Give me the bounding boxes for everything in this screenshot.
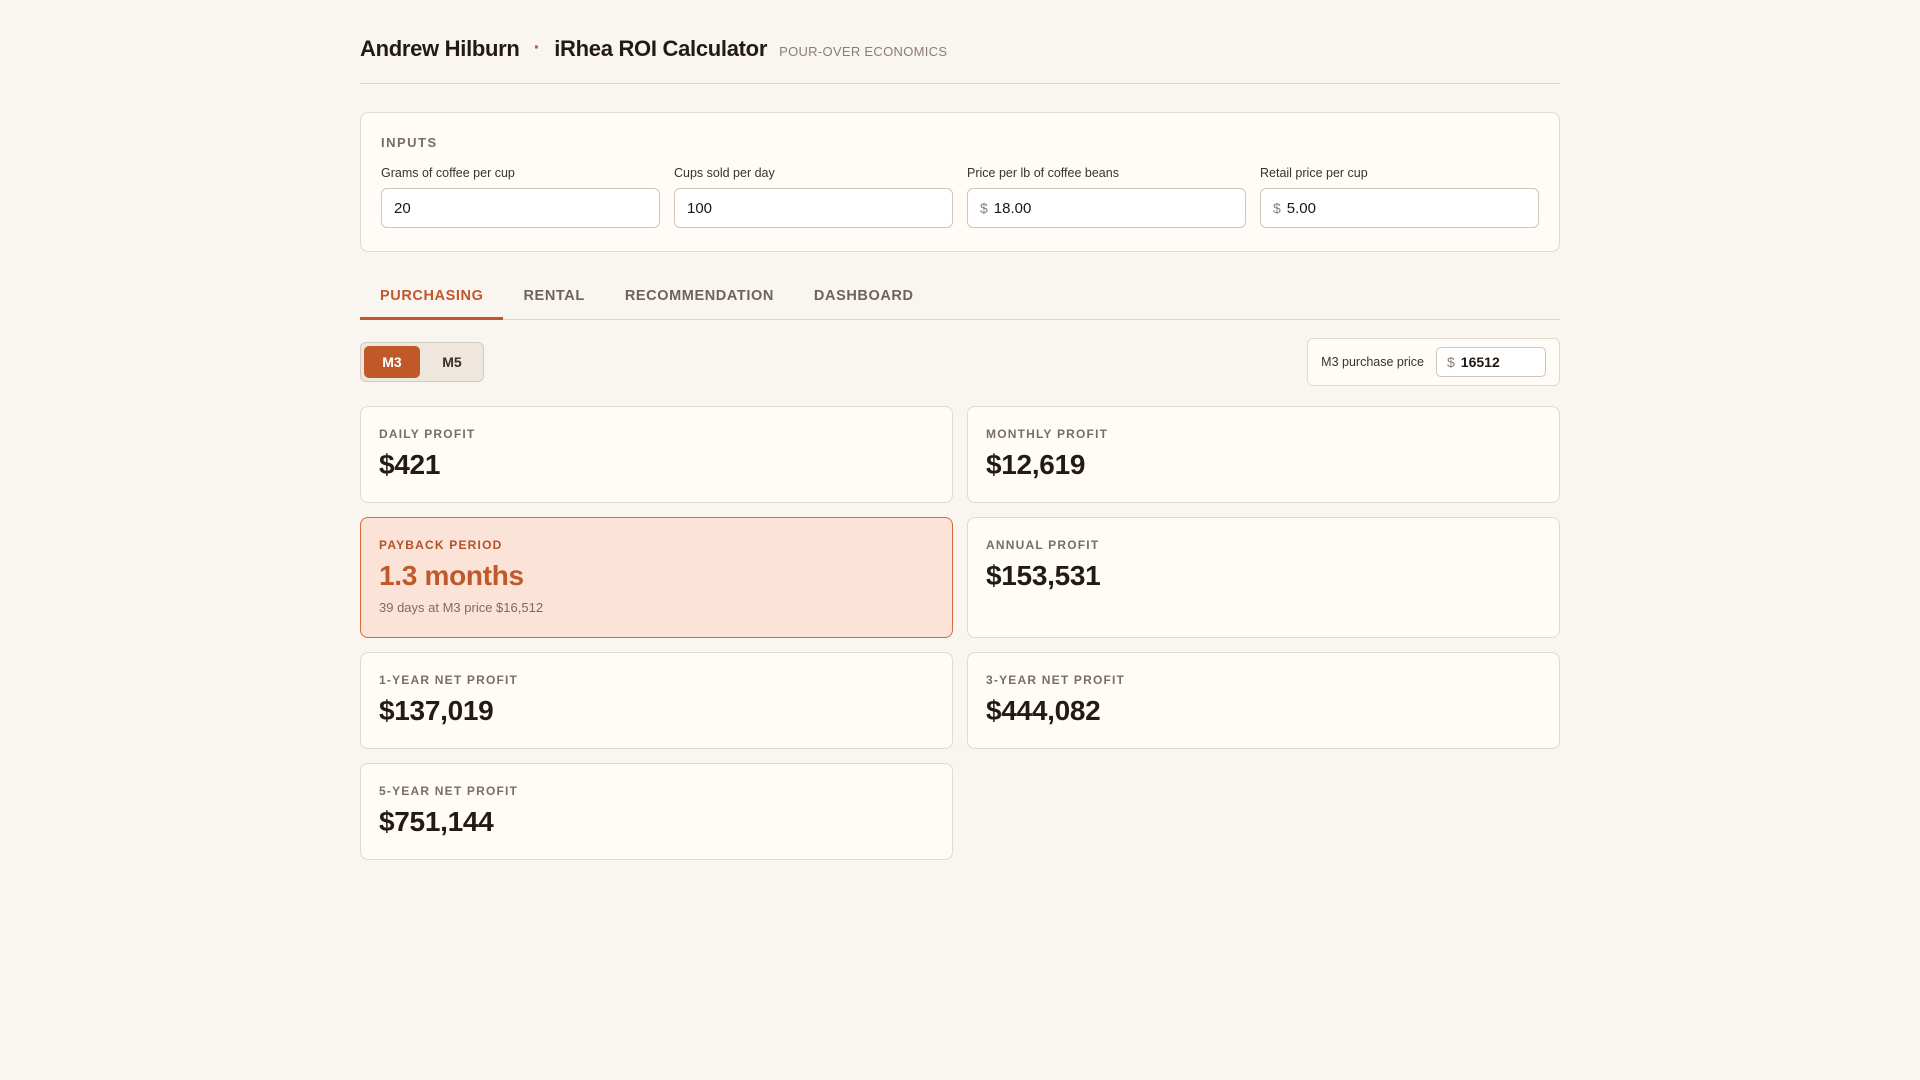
retail-price-label: Retail price per cup bbox=[1260, 166, 1368, 180]
retail-price-field: Retail price per cup $ 5.00 bbox=[1260, 166, 1539, 228]
input-fields-row: Grams of coffee per cup 20 Cups sold per… bbox=[381, 166, 1539, 228]
inputs-section-label: INPUTS bbox=[381, 135, 438, 150]
annual-profit-label: ANNUAL PROFIT bbox=[986, 538, 1100, 552]
app-container: Andrew Hilburn · iRhea ROI Calculator PO… bbox=[360, 0, 1560, 860]
tab-recommendation[interactable]: RECOMMENDATION bbox=[605, 278, 794, 320]
daily-profit-card: DAILY PROFIT $421 bbox=[360, 406, 953, 503]
model-option-m3[interactable]: M3 bbox=[364, 346, 420, 378]
cups-per-day-label: Cups sold per day bbox=[674, 166, 775, 180]
bean-price-input[interactable]: $ 18.00 bbox=[967, 188, 1246, 228]
payback-period-card: PAYBACK PERIOD 1.3 months 39 days at M3 … bbox=[360, 517, 953, 638]
bean-price-value: 18.00 bbox=[993, 199, 1032, 217]
annual-profit-card: ANNUAL PROFIT $153,531 bbox=[967, 517, 1560, 638]
cups-per-day-value: 100 bbox=[687, 199, 713, 217]
grams-per-cup-field: Grams of coffee per cup 20 bbox=[381, 166, 660, 228]
header-separator: · bbox=[533, 37, 541, 59]
grams-per-cup-label: Grams of coffee per cup bbox=[381, 166, 515, 180]
payback-period-label: PAYBACK PERIOD bbox=[379, 538, 503, 552]
daily-profit-value: $421 bbox=[379, 449, 441, 480]
purchase-price-label: M3 purchase price bbox=[1321, 355, 1424, 369]
five-year-net-profit-value: $751,144 bbox=[379, 806, 494, 837]
daily-profit-label: DAILY PROFIT bbox=[379, 427, 476, 441]
purchase-price-control: M3 purchase price $ 16512 bbox=[1307, 338, 1560, 386]
monthly-profit-value: $12,619 bbox=[986, 449, 1086, 480]
payback-period-value: 1.3 months bbox=[379, 560, 524, 591]
monthly-profit-card: MONTHLY PROFIT $12,619 bbox=[967, 406, 1560, 503]
dollar-sign-icon: $ bbox=[1447, 354, 1455, 370]
grams-per-cup-input[interactable]: 20 bbox=[381, 188, 660, 228]
author-name: Andrew Hilburn bbox=[360, 35, 520, 61]
bean-price-label: Price per lb of coffee beans bbox=[967, 166, 1119, 180]
inputs-panel: INPUTS Grams of coffee per cup 20 Cups s… bbox=[360, 112, 1560, 252]
model-toggle: M3 M5 bbox=[360, 342, 484, 382]
metrics-grid: DAILY PROFIT $421 MONTHLY PROFIT $12,619… bbox=[360, 406, 1560, 860]
dollar-sign-icon: $ bbox=[1273, 200, 1281, 216]
three-year-net-profit-value: $444,082 bbox=[986, 695, 1101, 726]
one-year-net-profit-value: $137,019 bbox=[379, 695, 494, 726]
tab-dashboard[interactable]: DASHBOARD bbox=[794, 278, 934, 320]
bean-price-field: Price per lb of coffee beans $ 18.00 bbox=[967, 166, 1246, 228]
three-year-net-profit-label: 3-YEAR NET PROFIT bbox=[986, 673, 1126, 687]
tab-rental[interactable]: RENTAL bbox=[503, 278, 604, 320]
page-header: Andrew Hilburn · iRhea ROI Calculator PO… bbox=[360, 0, 1560, 84]
retail-price-input[interactable]: $ 5.00 bbox=[1260, 188, 1539, 228]
purchase-price-value: 16512 bbox=[1460, 354, 1500, 370]
one-year-net-profit-label: 1-YEAR NET PROFIT bbox=[379, 673, 519, 687]
purchase-price-input[interactable]: $ 16512 bbox=[1436, 347, 1546, 377]
retail-price-value: 5.00 bbox=[1286, 199, 1316, 217]
tab-purchasing[interactable]: PURCHASING bbox=[360, 278, 504, 320]
page-tagline: POUR-OVER ECONOMICS bbox=[779, 43, 948, 59]
monthly-profit-label: MONTHLY PROFIT bbox=[986, 427, 1109, 441]
grams-per-cup-value: 20 bbox=[394, 199, 411, 217]
three-year-net-profit-card: 3-YEAR NET PROFIT $444,082 bbox=[967, 652, 1560, 749]
dollar-sign-icon: $ bbox=[980, 200, 988, 216]
annual-profit-value: $153,531 bbox=[986, 560, 1101, 591]
page-title: iRhea ROI Calculator bbox=[554, 35, 768, 61]
five-year-net-profit-label: 5-YEAR NET PROFIT bbox=[379, 784, 519, 798]
model-option-m5[interactable]: M5 bbox=[424, 346, 480, 378]
payback-period-detail: 39 days at M3 price $16,512 bbox=[379, 600, 544, 615]
five-year-net-profit-card: 5-YEAR NET PROFIT $751,144 bbox=[360, 763, 953, 860]
cups-per-day-field: Cups sold per day 100 bbox=[674, 166, 953, 228]
tab-bar: PURCHASING RENTAL RECOMMENDATION DASHBOA… bbox=[360, 278, 1560, 320]
cups-per-day-input[interactable]: 100 bbox=[674, 188, 953, 228]
one-year-net-profit-card: 1-YEAR NET PROFIT $137,019 bbox=[360, 652, 953, 749]
controls-row: M3 M5 M3 purchase price $ 16512 bbox=[360, 338, 1560, 386]
